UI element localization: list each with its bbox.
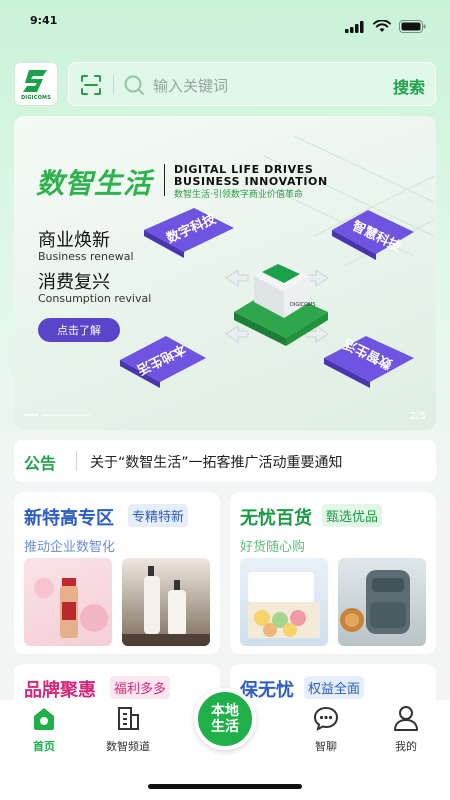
- badge-top-left: 数字科技: [144, 208, 234, 258]
- status-icons: [345, 20, 426, 33]
- battery-icon: [399, 20, 426, 33]
- banner-title-english: DIGITAL LIFE DRIVES BUSINESS INNOVATION: [174, 163, 328, 188]
- card-tag: 甄选优品: [322, 504, 383, 527]
- card-title: 新特高专区: [24, 508, 114, 529]
- card-subtitle: 好货随心购: [240, 540, 306, 555]
- banner-dot-track: [42, 414, 90, 416]
- bottle-icon: [34, 578, 108, 638]
- product-image-2[interactable]: [122, 558, 210, 646]
- tab-label: 智聊: [315, 740, 337, 753]
- badge-bottom-right: 数智生活: [324, 335, 414, 388]
- banner-dot-active: [24, 414, 38, 416]
- tab-label: 首页: [33, 740, 55, 753]
- banner-slogan-1: 商业焕新: [38, 230, 110, 251]
- badge-top-right: 智慧科技: [332, 210, 414, 260]
- top-bar: DIGICOMS 输入关键词 搜索: [14, 62, 436, 106]
- product-image-3[interactable]: [240, 558, 328, 646]
- product-image-1[interactable]: [24, 558, 112, 646]
- app-logo[interactable]: DIGICOMS: [14, 62, 58, 106]
- tab-label: 我的: [395, 740, 417, 753]
- tab-channel[interactable]: 数智频道: [88, 704, 168, 760]
- banner-subtitle: 数智生活·引领数字商业价值革命: [174, 190, 303, 200]
- air-fryer-icon: [340, 570, 410, 634]
- search-icon: [124, 75, 144, 95]
- cube-logo-text: DIGICOMS: [290, 302, 316, 308]
- notice-divider: [76, 451, 77, 471]
- logo-text: DIGICOMS: [20, 94, 52, 101]
- card-title: 无忧百货: [240, 508, 312, 529]
- home-icon: [34, 708, 54, 730]
- tab-chat[interactable]: 智聊: [286, 704, 366, 760]
- banner-cta-button[interactable]: 点击了解: [38, 318, 120, 342]
- promo-banner[interactable]: 数智生活 DIGITAL LIFE DRIVES BUSINESS INNOVA…: [14, 116, 436, 430]
- card-subtitle: 推动企业数智化: [24, 540, 116, 555]
- banner-page-indicator: 2/5: [409, 411, 426, 422]
- search-bar[interactable]: 输入关键词 搜索: [68, 62, 436, 106]
- wifi-icon: [373, 20, 391, 32]
- search-divider: [113, 75, 114, 95]
- product-image-4[interactable]: [338, 558, 426, 646]
- scan-icon[interactable]: [79, 73, 103, 97]
- notice-label: 公告: [24, 454, 57, 473]
- tab-profile[interactable]: 我的: [366, 704, 446, 760]
- banner-slogan-2: 消费复兴: [38, 272, 110, 293]
- badge-bottom-left: 本地生活: [120, 336, 206, 388]
- card-new-special[interactable]: 新特高专区 专精特新 推动企业数智化: [14, 492, 220, 654]
- card-title: 品牌聚惠: [24, 680, 96, 701]
- notice-bar[interactable]: 公告 关于“数智生活”一拓客推广活动重要通知: [14, 440, 436, 482]
- status-bar: 9:41: [0, 0, 450, 44]
- banner-illustration: DIGICOMS 数字科技 智慧科技 本地生活 数智生活: [120, 208, 414, 388]
- gift-box-icon: [248, 572, 320, 638]
- banner-title: 数智生活: [36, 167, 153, 200]
- signal-icon: [345, 20, 364, 33]
- chat-icon: [313, 706, 339, 731]
- home-indicator: [148, 784, 302, 789]
- building-icon: [118, 707, 139, 730]
- tab-local-life-button[interactable]: 本地生活: [194, 688, 256, 750]
- logo-icon: [23, 69, 47, 92]
- search-button[interactable]: 搜索: [393, 74, 425, 98]
- tab-home[interactable]: 首页: [4, 704, 84, 760]
- lotion-bottles-icon: [122, 566, 210, 646]
- profile-icon: [394, 706, 418, 731]
- card-tag: 专精特新: [128, 504, 189, 527]
- status-time: 9:41: [30, 14, 58, 27]
- card-worry-free-mall[interactable]: 无忧百货 甄选优品 好货随心购: [230, 492, 436, 654]
- card-tag: 权益全面: [304, 676, 365, 699]
- banner-pagination: [24, 414, 90, 416]
- tab-label: 数智频道: [106, 740, 150, 753]
- banner-title-separator: [164, 164, 165, 196]
- center-button-label: 本地生活: [211, 703, 239, 735]
- search-input[interactable]: 输入关键词: [153, 75, 228, 96]
- notice-text[interactable]: 关于“数智生活”一拓客推广活动重要通知: [90, 452, 343, 472]
- card-tag: 福利多多: [110, 676, 171, 699]
